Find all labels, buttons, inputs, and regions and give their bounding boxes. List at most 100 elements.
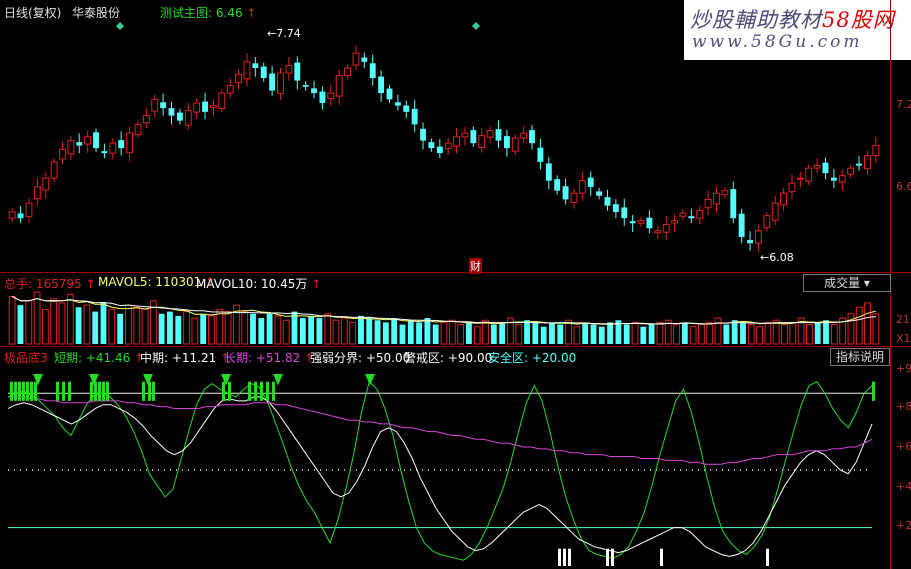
candle-body xyxy=(59,148,66,160)
volume-bar xyxy=(756,326,763,345)
candle-body xyxy=(696,210,704,219)
volume-bar xyxy=(340,317,348,345)
volume-bar xyxy=(374,320,381,344)
volume-bar xyxy=(100,302,107,344)
candle-body xyxy=(285,65,293,74)
candle-body xyxy=(562,186,569,200)
candle-body xyxy=(436,146,443,154)
buy-signal-bar xyxy=(56,381,59,401)
pane-divider xyxy=(0,346,911,347)
candle-body xyxy=(596,191,603,196)
volume-bar xyxy=(740,322,746,344)
candle-body xyxy=(184,110,192,126)
candle-body xyxy=(529,130,535,144)
volume-bar xyxy=(698,324,705,345)
candle-body xyxy=(277,72,284,95)
candle-body xyxy=(378,76,385,94)
candle-body xyxy=(84,136,92,145)
candle-body xyxy=(209,105,217,108)
indicator-chart[interactable] xyxy=(0,366,890,569)
volume-bar xyxy=(250,313,256,344)
candle-body xyxy=(578,180,586,194)
buy-signal-bar xyxy=(142,381,145,401)
volume-bar xyxy=(598,326,605,344)
candle-body xyxy=(67,140,75,155)
volume-ytick: X10 xyxy=(896,332,911,345)
buy-signal-bar xyxy=(152,381,155,401)
signal-arrow xyxy=(365,374,375,386)
volume-bar xyxy=(200,313,207,344)
candle-body xyxy=(8,211,16,219)
bottom-signal-bar xyxy=(558,548,561,566)
volume-bar xyxy=(141,308,149,345)
candle-body xyxy=(269,73,276,91)
candle-body xyxy=(654,230,662,234)
volume-chart[interactable] xyxy=(0,290,890,346)
volume-bar xyxy=(216,308,224,345)
candle-body xyxy=(260,66,267,79)
candle-body xyxy=(771,202,779,221)
volume-bar xyxy=(175,315,182,344)
volume-bar xyxy=(473,326,481,345)
volume-bar xyxy=(549,322,555,344)
volume-bar xyxy=(789,321,797,345)
candle-body xyxy=(294,62,301,81)
volume-bar xyxy=(648,324,655,344)
buy-signal-bar xyxy=(102,381,105,401)
volume-bar xyxy=(183,311,190,345)
candle-body xyxy=(511,137,519,152)
candle-body xyxy=(847,167,855,175)
mid-term-line xyxy=(7,396,873,557)
candle-body xyxy=(311,88,317,94)
price-chart[interactable] xyxy=(0,0,890,272)
volume-bar xyxy=(432,324,439,344)
buy-signal-bar xyxy=(94,381,97,401)
candle-body xyxy=(621,207,628,219)
candle-body xyxy=(109,142,117,154)
buy-signal-bar xyxy=(98,381,101,401)
buy-signal-bar xyxy=(248,381,251,401)
indicator-ytick: +4 xyxy=(896,480,911,493)
candle-body xyxy=(101,151,108,154)
signal-diamond xyxy=(116,22,124,30)
candle-body xyxy=(604,197,611,206)
volume-bar xyxy=(316,318,323,344)
bottom-signal-bar xyxy=(611,548,614,566)
candle-body xyxy=(151,98,159,112)
indicator-ytick: +2 xyxy=(896,519,911,532)
volume-bar xyxy=(855,306,863,345)
price-ytick: 7.2 xyxy=(896,98,911,111)
short-term-line xyxy=(7,380,873,561)
buy-signal-bar xyxy=(260,381,263,401)
candle-body xyxy=(838,175,846,183)
volume-bar xyxy=(167,311,173,344)
candle-body xyxy=(168,108,175,116)
candle-body xyxy=(721,190,729,196)
candle-body xyxy=(629,221,636,224)
candle-body xyxy=(688,216,695,219)
indicator-help-button[interactable]: 指标说明 xyxy=(830,348,890,366)
volume-bar xyxy=(706,321,714,345)
volume-bar xyxy=(25,300,33,345)
volume-bar xyxy=(258,318,265,344)
volume-bar xyxy=(457,324,465,345)
volume-bar xyxy=(524,320,530,344)
bottom-signal-bar xyxy=(568,548,571,566)
buy-signal-bar xyxy=(272,381,275,401)
volume-bar xyxy=(714,317,722,345)
candle-body xyxy=(662,223,670,233)
candle-body xyxy=(193,102,201,113)
candle-body xyxy=(319,91,326,104)
long-term-line xyxy=(8,396,873,465)
candle-body xyxy=(160,102,167,109)
volume-bar xyxy=(358,315,364,344)
volume-bar xyxy=(689,326,697,345)
candle-body xyxy=(93,132,99,149)
volume-bar xyxy=(631,321,639,345)
candle-body xyxy=(796,177,804,180)
volume-bar xyxy=(747,324,755,345)
volume-bar xyxy=(274,315,282,345)
candle-body xyxy=(545,163,552,181)
volume-bar xyxy=(158,313,165,344)
volume-bar xyxy=(382,322,389,344)
